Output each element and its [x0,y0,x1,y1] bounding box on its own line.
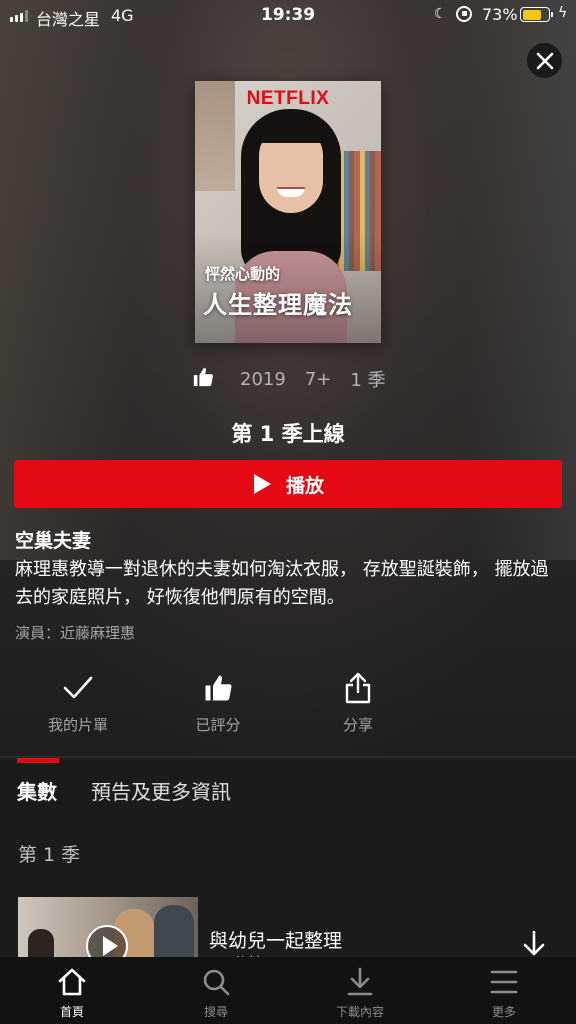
season-selector[interactable]: 第 1 季 [18,840,80,867]
menu-icon [490,967,518,997]
play-icon [253,474,271,494]
poster-title: 人生整理魔法 [203,291,353,319]
cast-list: 演員：近藤麻理惠 [15,624,136,642]
rotation-lock-icon [456,6,472,22]
nav-more[interactable]: 更多 [432,957,576,1024]
share-icon [298,670,418,706]
nav-home-label: 首頁 [59,1005,84,1019]
thumbs-up-icon [158,670,278,706]
rated-label: 已評分 [195,716,241,734]
battery-percentage: 73% [482,5,518,24]
release-year: 2019 [240,368,286,390]
play-circle-icon [86,925,128,959]
search-icon [202,967,230,997]
share-label: 分享 [342,716,373,734]
episode-name: 與幼兒一起整理 [209,930,343,952]
download-icon [346,967,374,997]
close-icon [536,52,553,69]
season-status: 第 1 季上線 [231,422,345,446]
show-poster: NETFLIX 怦然心動的 人生整理魔法 [195,81,381,343]
nav-downloads-label: 下載內容 [335,1005,384,1019]
home-icon [57,967,87,997]
bottom-navigation: 首頁 搜尋 下載內容 更多 [0,957,576,1024]
tab-episodes[interactable]: 集數 [17,776,57,805]
play-button-label: 播放 [285,474,324,497]
my-list-label: 我的片單 [47,716,108,734]
download-icon [523,930,545,956]
play-button[interactable]: 播放 [14,460,562,508]
rate-button[interactable]: 已評分 [158,670,278,735]
episode-title: 空巢夫妻 [15,530,92,552]
season-count: 1 季 [350,370,386,391]
nav-search-label: 搜尋 [203,1005,228,1019]
status-bar: 台灣之星 4G 19:39 ☾ 73% ϟ [0,0,576,32]
tab-trailers-and-more[interactable]: 預告及更多資訊 [91,776,231,805]
checkmark-icon [18,670,138,706]
poster-subtitle: 怦然心動的 [205,265,281,283]
thumbs-up-icon [192,366,214,393]
tabs-divider [0,756,576,758]
netflix-logo: NETFLIX [246,88,330,109]
show-metadata: 2019 7+ 1 季 [192,366,405,392]
battery-icon [520,7,553,22]
close-button[interactable] [527,43,562,78]
do-not-disturb-icon: ☾ [434,6,447,22]
nav-search[interactable]: 搜尋 [144,957,288,1024]
nav-downloads[interactable]: 下載內容 [288,957,432,1024]
episode-thumbnail[interactable] [18,897,198,959]
tab-active-indicator [17,758,59,763]
nav-more-label: 更多 [491,1005,516,1019]
share-button[interactable]: 分享 [298,670,418,735]
nav-home[interactable]: 首頁 [0,957,144,1024]
episode-description: 麻理惠教導一對退休的夫妻如何淘汰衣服， 存放聖誕裝飾， 擺放過去的家庭照片， 好… [15,559,549,608]
charging-icon: ϟ [558,5,568,21]
my-list-button[interactable]: 我的片單 [18,670,138,735]
maturity-rating: 7+ [304,368,332,390]
